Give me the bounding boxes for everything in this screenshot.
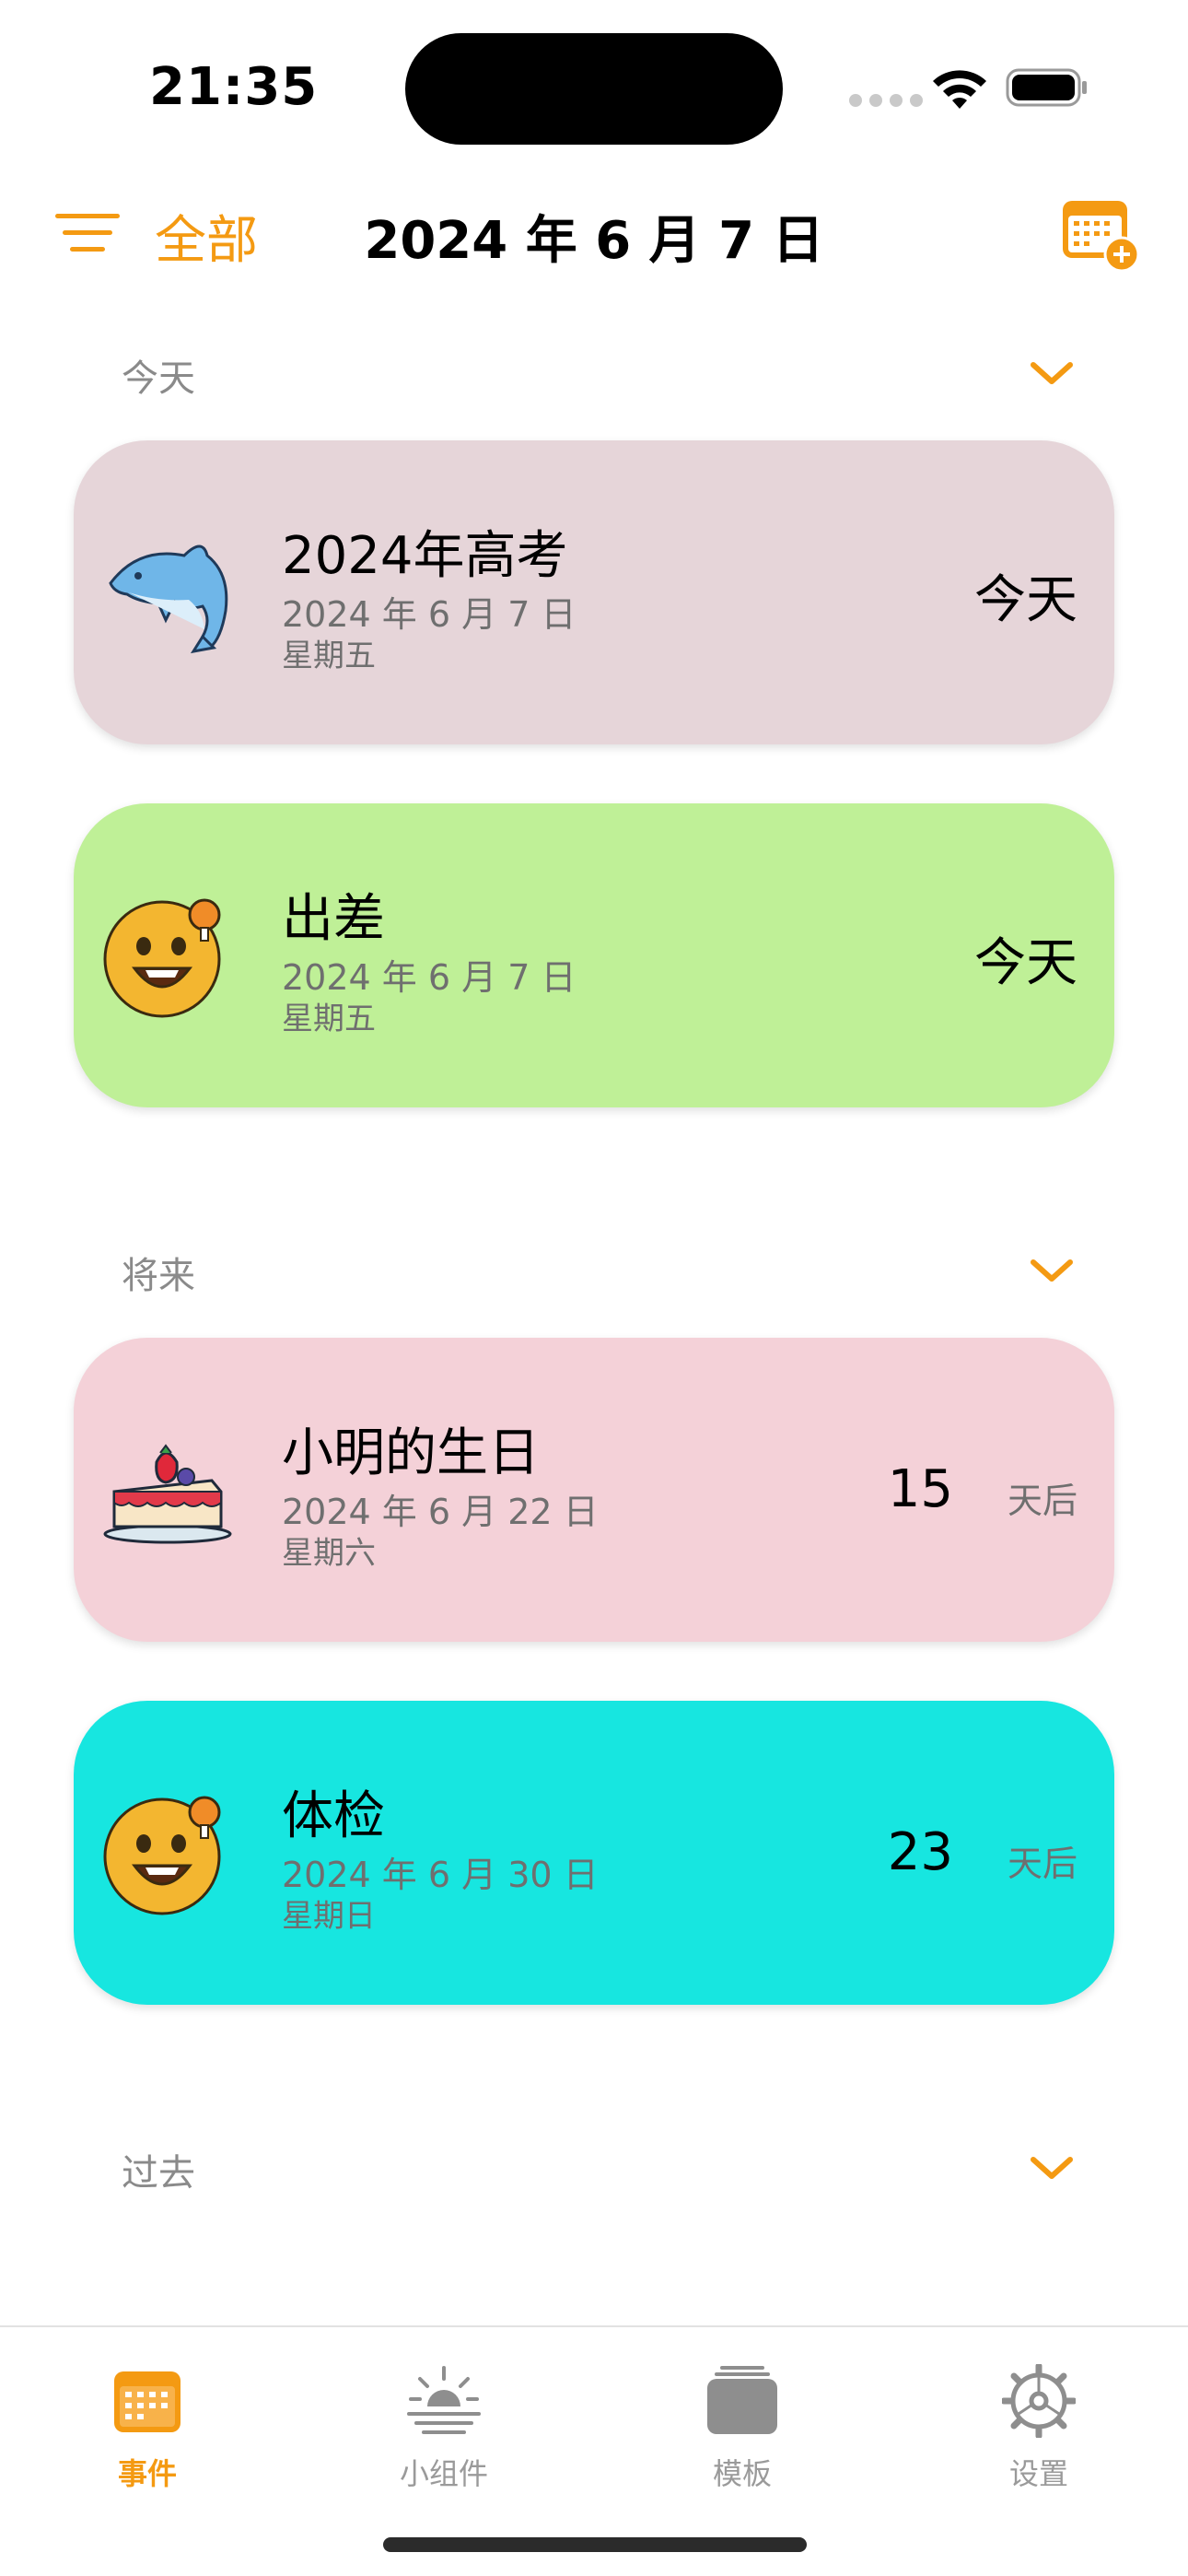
event-date: 2024 年 6 月 7 日 [282, 957, 577, 998]
tab-label: 事件 [117, 2456, 177, 2491]
section-title: 将来 [122, 1255, 195, 1297]
tab-label: 模板 [712, 2456, 772, 2491]
section-header-today[interactable]: 今天 [0, 335, 1188, 409]
event-date: 2024 年 6 月 7 日 [282, 594, 577, 635]
tab-label: 小组件 [399, 2456, 488, 2491]
happy-face-icon [103, 898, 221, 1018]
event-weekday: 星期五 [282, 638, 376, 674]
event-card[interactable]: 出差 2024 年 6 月 7 日 星期五 今天 [74, 803, 1114, 1107]
event-card[interactable]: 小明的生日 2024 年 6 月 22 日 星期六 15 天后 [74, 1338, 1114, 1642]
event-card[interactable]: 2024年高考 2024 年 6 月 7 日 星期五 今天 [74, 440, 1114, 744]
tab-settings[interactable]: 设置 [947, 2342, 1131, 2499]
event-date: 2024 年 6 月 22 日 [282, 1492, 599, 1532]
cake-icon [103, 1444, 232, 1544]
days-unit: 天后 [1007, 1844, 1077, 1884]
wifi-icon [933, 70, 986, 109]
dolphin-icon [109, 544, 228, 654]
nav-bar: 全部 2024 年 6 月 7 日 [0, 175, 1188, 295]
add-event-calendar-icon[interactable] [1059, 192, 1142, 275]
event-status: 今天 [974, 933, 1077, 993]
stack-icon [707, 2366, 777, 2434]
event-status: 今天 [974, 570, 1077, 630]
section-header-future[interactable]: 将来 [0, 1233, 1188, 1306]
days-count: 15 [887, 1459, 953, 1519]
chevron-down-icon[interactable] [1028, 1255, 1076, 1286]
home-indicator[interactable] [383, 2537, 807, 2552]
chevron-down-icon[interactable] [1028, 357, 1076, 389]
gear-icon [1002, 2364, 1076, 2438]
cellular-signal-icon [849, 94, 923, 107]
tab-label: 设置 [1008, 2456, 1068, 2491]
event-weekday: 星期日 [282, 1898, 376, 1935]
tab-widgets[interactable]: 小组件 [352, 2342, 536, 2499]
tab-templates[interactable]: 模板 [650, 2342, 834, 2499]
event-name: 2024年高考 [282, 526, 568, 586]
battery-icon [1006, 68, 1087, 107]
days-unit: 天后 [1007, 1481, 1077, 1521]
event-name: 小明的生日 [282, 1423, 540, 1483]
tab-events[interactable]: 事件 [55, 2342, 239, 2499]
happy-face-icon [103, 1796, 221, 1915]
days-count: 23 [887, 1822, 953, 1882]
status-time: 21:35 [149, 57, 319, 117]
status-bar: 21:35 [0, 0, 1188, 175]
page-title: 2024 年 6 月 7 日 [364, 211, 824, 271]
section-title: 过去 [122, 2152, 195, 2195]
sunrise-icon [407, 2366, 481, 2434]
event-card[interactable]: 体检 2024 年 6 月 30 日 星期日 23 天后 [74, 1701, 1114, 2005]
chevron-down-icon[interactable] [1028, 2152, 1076, 2184]
section-header-past[interactable]: 过去 [0, 2130, 1188, 2204]
event-date: 2024 年 6 月 30 日 [282, 1855, 599, 1895]
calendar-icon [114, 2371, 181, 2432]
event-name: 出差 [282, 889, 385, 949]
event-weekday: 星期五 [282, 1001, 376, 1037]
event-weekday: 星期六 [282, 1535, 376, 1572]
dynamic-island [405, 33, 783, 145]
section-title: 今天 [122, 357, 195, 400]
event-name: 体检 [282, 1786, 385, 1846]
